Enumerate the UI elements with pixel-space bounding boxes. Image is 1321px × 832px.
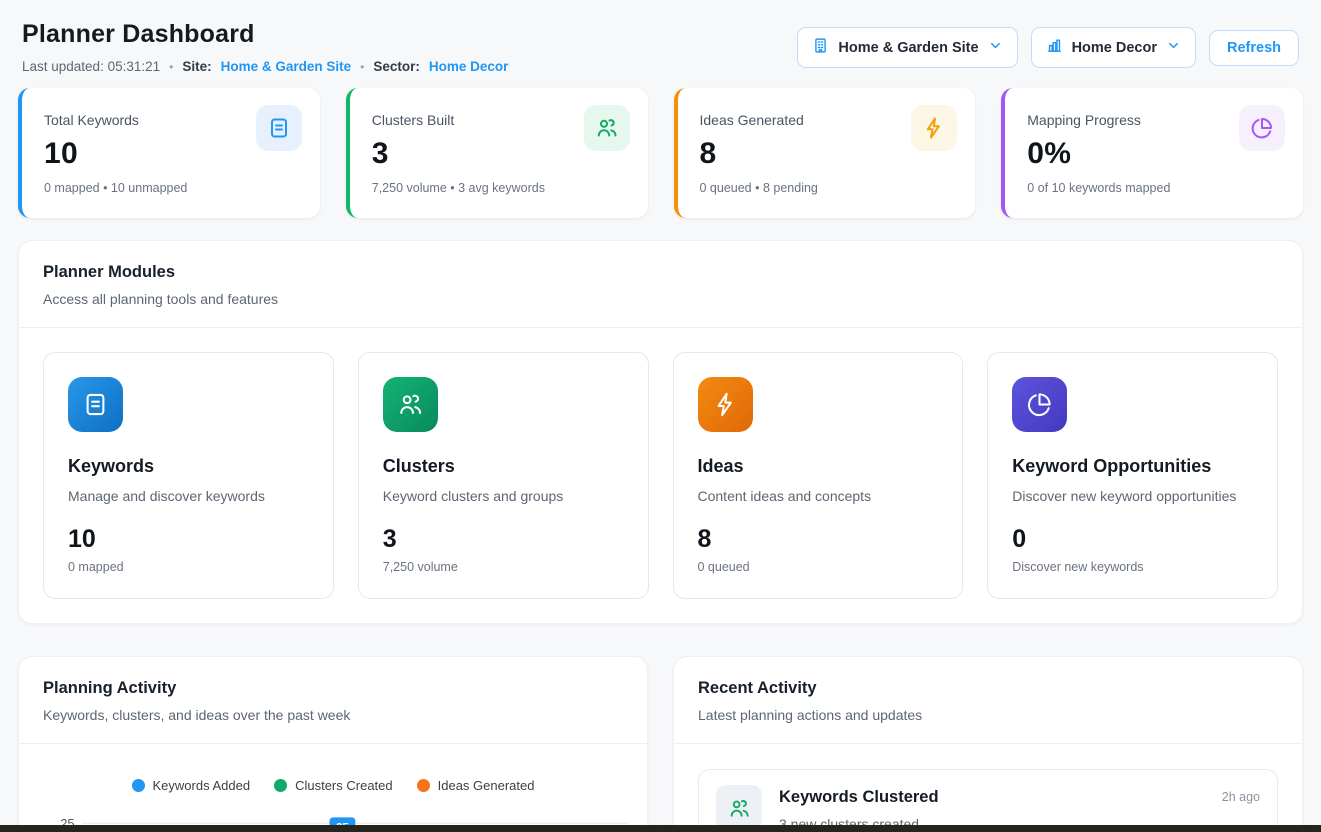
meta-separator: • bbox=[169, 60, 173, 74]
module-card-keywords[interactable]: Keywords Manage and discover keywords 10… bbox=[43, 352, 334, 599]
module-description: Discover new keyword opportunities bbox=[1012, 488, 1253, 504]
module-title: Ideas bbox=[698, 456, 939, 477]
bottom-dark-strip bbox=[0, 825, 1321, 832]
card-subtitle: Keywords, clusters, and ideas over the p… bbox=[43, 707, 623, 723]
module-card-keyword-opportunities[interactable]: Keyword Opportunities Discover new keywo… bbox=[987, 352, 1278, 599]
page-title: Planner Dashboard bbox=[22, 20, 508, 49]
activity-item-keywords-clustered: Keywords Clustered 3 new clusters create… bbox=[698, 769, 1278, 832]
module-title: Clusters bbox=[383, 456, 624, 477]
page-header: Planner Dashboard Last updated: 05:31:21… bbox=[18, 20, 1303, 74]
module-value: 0 bbox=[1012, 525, 1253, 554]
module-value: 10 bbox=[68, 525, 309, 554]
sector-selector-label: Home Decor bbox=[1072, 40, 1157, 56]
bolt-icon bbox=[698, 377, 753, 432]
users-icon bbox=[584, 105, 630, 151]
module-description: Keyword clusters and groups bbox=[383, 488, 624, 504]
card-subtitle: Latest planning actions and updates bbox=[698, 707, 1278, 723]
activity-list: Keywords Clustered 3 new clusters create… bbox=[674, 744, 1302, 832]
stat-card-mapping-progress: Mapping Progress 0% 0 of 10 keywords map… bbox=[1001, 88, 1303, 218]
chart-legend: Keywords Added Clusters Created Ideas Ge… bbox=[19, 778, 647, 793]
bottom-row: Planning Activity Keywords, clusters, an… bbox=[18, 656, 1303, 832]
file-lines-icon bbox=[68, 377, 123, 432]
last-updated-text: Last updated: 05:31:21 bbox=[22, 59, 160, 74]
module-description: Manage and discover keywords bbox=[68, 488, 309, 504]
file-lines-icon bbox=[256, 105, 302, 151]
stat-card-ideas-generated: Ideas Generated 8 0 queued • 8 pending bbox=[674, 88, 976, 218]
legend-item-ideas-generated[interactable]: Ideas Generated bbox=[417, 778, 535, 793]
legend-label: Keywords Added bbox=[153, 778, 251, 793]
header-left: Planner Dashboard Last updated: 05:31:21… bbox=[22, 20, 508, 74]
modules-grid: Keywords Manage and discover keywords 10… bbox=[19, 328, 1302, 623]
legend-dot-icon bbox=[132, 779, 145, 792]
page-meta: Last updated: 05:31:21 • Site: Home & Ga… bbox=[22, 59, 508, 74]
sector-link[interactable]: Home Decor bbox=[429, 59, 509, 74]
legend-item-keywords-added[interactable]: Keywords Added bbox=[132, 778, 251, 793]
planner-modules-header: Planner Modules Access all planning tool… bbox=[19, 241, 1302, 328]
meta-separator: • bbox=[360, 60, 364, 74]
activity-item-timestamp: 2h ago bbox=[1222, 785, 1260, 804]
planning-activity-card: Planning Activity Keywords, clusters, an… bbox=[18, 656, 648, 832]
module-card-ideas[interactable]: Ideas Content ideas and concepts 8 0 que… bbox=[673, 352, 964, 599]
planner-modules-panel: Planner Modules Access all planning tool… bbox=[18, 240, 1303, 624]
sector-selector-dropdown[interactable]: Home Decor bbox=[1031, 27, 1196, 68]
panel-subtitle: Access all planning tools and features bbox=[43, 291, 1278, 307]
bolt-icon bbox=[911, 105, 957, 151]
recent-activity-card: Recent Activity Latest planning actions … bbox=[673, 656, 1303, 832]
module-subtext: 7,250 volume bbox=[383, 560, 624, 574]
module-value: 3 bbox=[383, 525, 624, 554]
legend-label: Ideas Generated bbox=[438, 778, 535, 793]
module-title: Keywords bbox=[68, 456, 309, 477]
panel-title: Planner Modules bbox=[43, 263, 1278, 282]
planner-dashboard-page: Planner Dashboard Last updated: 05:31:21… bbox=[0, 0, 1321, 832]
site-label: Site: bbox=[182, 59, 211, 74]
refresh-button[interactable]: Refresh bbox=[1209, 30, 1299, 66]
stat-subtext: 7,250 volume • 3 avg keywords bbox=[372, 181, 626, 195]
stat-subtext: 0 mapped • 10 unmapped bbox=[44, 181, 298, 195]
module-subtext: Discover new keywords bbox=[1012, 560, 1253, 574]
planning-activity-header: Planning Activity Keywords, clusters, an… bbox=[19, 657, 647, 744]
legend-dot-icon bbox=[274, 779, 287, 792]
module-title: Keyword Opportunities bbox=[1012, 456, 1253, 477]
legend-label: Clusters Created bbox=[295, 778, 393, 793]
module-value: 8 bbox=[698, 525, 939, 554]
site-link[interactable]: Home & Garden Site bbox=[221, 59, 352, 74]
recent-activity-header: Recent Activity Latest planning actions … bbox=[674, 657, 1302, 744]
module-subtext: 0 mapped bbox=[68, 560, 309, 574]
card-title: Recent Activity bbox=[698, 679, 1278, 698]
card-title: Planning Activity bbox=[43, 679, 623, 698]
site-selector-label: Home & Garden Site bbox=[838, 40, 978, 56]
chevron-down-icon bbox=[988, 38, 1003, 57]
building-icon bbox=[812, 37, 829, 58]
sector-label: Sector: bbox=[373, 59, 420, 74]
legend-item-clusters-created[interactable]: Clusters Created bbox=[274, 778, 393, 793]
pie-chart-icon bbox=[1239, 105, 1285, 151]
stat-card-clusters-built: Clusters Built 3 7,250 volume • 3 avg ke… bbox=[346, 88, 648, 218]
header-controls: Home & Garden Site Home Decor Refresh bbox=[797, 27, 1299, 68]
chevron-down-icon bbox=[1166, 38, 1181, 57]
pie-chart-icon bbox=[1012, 377, 1067, 432]
stat-subtext: 0 queued • 8 pending bbox=[700, 181, 954, 195]
module-subtext: 0 queued bbox=[698, 560, 939, 574]
stat-cards-row: Total Keywords 10 0 mapped • 10 unmapped… bbox=[18, 88, 1303, 218]
module-card-clusters[interactable]: Clusters Keyword clusters and groups 3 7… bbox=[358, 352, 649, 599]
users-icon bbox=[383, 377, 438, 432]
stat-subtext: 0 of 10 keywords mapped bbox=[1027, 181, 1281, 195]
stat-card-total-keywords: Total Keywords 10 0 mapped • 10 unmapped bbox=[18, 88, 320, 218]
bar-chart-icon bbox=[1046, 37, 1063, 58]
refresh-button-label: Refresh bbox=[1227, 40, 1281, 56]
module-description: Content ideas and concepts bbox=[698, 488, 939, 504]
site-selector-dropdown[interactable]: Home & Garden Site bbox=[797, 27, 1017, 68]
activity-item-title: Keywords Clustered bbox=[779, 788, 939, 807]
legend-dot-icon bbox=[417, 779, 430, 792]
